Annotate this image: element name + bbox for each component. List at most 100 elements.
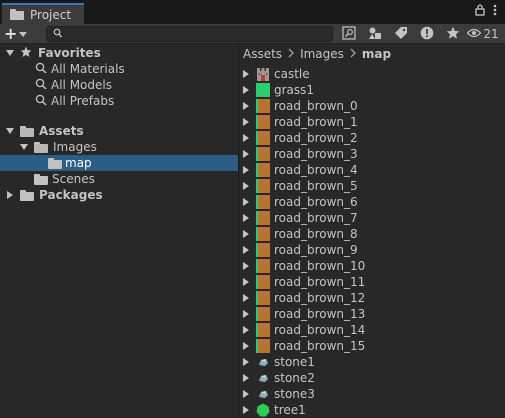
road-corner-thumbnail-icon	[256, 147, 270, 161]
tag-icon	[394, 26, 408, 43]
tab-project[interactable]: Project	[2, 3, 84, 24]
expand-arrow-icon[interactable]	[243, 358, 249, 366]
tree-item-all-materials[interactable]: All Materials	[0, 61, 238, 77]
more-options-icon[interactable]	[493, 4, 497, 19]
expand-arrow-icon[interactable]	[243, 70, 249, 78]
asset-row[interactable]: stone1	[239, 354, 505, 370]
chevron-right-icon	[288, 47, 294, 61]
expand-arrow-icon[interactable]	[243, 182, 249, 190]
expand-arrow-icon[interactable]	[243, 278, 249, 286]
road-thumbnail-icon	[256, 323, 270, 337]
road-corner-thumbnail-icon	[256, 163, 270, 177]
stone-thumbnail-icon	[256, 355, 270, 369]
tree-scenes[interactable]: Scenes	[0, 171, 238, 187]
asset-name: road_brown_10	[274, 259, 366, 273]
expand-arrow-icon[interactable]	[243, 230, 249, 238]
asset-row[interactable]: road_brown_10	[239, 258, 505, 274]
project-window: Project + 21 Favorites All Materials All…	[0, 0, 505, 418]
expand-arrow-icon[interactable]	[243, 262, 249, 270]
asset-row[interactable]: stone2	[239, 370, 505, 386]
expand-arrow-icon[interactable]	[243, 198, 249, 206]
expand-arrow-icon[interactable]	[7, 191, 13, 199]
favorites-label: Favorites	[38, 46, 101, 60]
tree-images[interactable]: Images	[0, 139, 238, 155]
add-button[interactable]: +	[4, 25, 36, 43]
breadcrumb-map[interactable]: map	[362, 47, 391, 61]
folder-icon	[48, 157, 62, 169]
asset-name: road_brown_1	[274, 115, 358, 129]
expand-arrow-icon[interactable]	[243, 166, 249, 174]
tree-item-all-prefabs[interactable]: All Prefabs	[0, 93, 238, 109]
road-thumbnail-icon	[256, 115, 270, 129]
expand-arrow-icon[interactable]	[243, 326, 249, 334]
tree-packages[interactable]: Packages	[0, 187, 238, 203]
expand-arrow-icon[interactable]	[243, 134, 249, 142]
favorites-button[interactable]	[440, 25, 466, 43]
tree-item-label: All Materials	[51, 62, 125, 76]
asset-row[interactable]: road_brown_15	[239, 338, 505, 354]
asset-row[interactable]: grass1	[239, 82, 505, 98]
asset-row[interactable]: road_brown_3	[239, 146, 505, 162]
road-thumbnail-icon	[256, 307, 270, 321]
asset-row[interactable]: road_brown_2	[239, 130, 505, 146]
search-icon	[35, 62, 47, 77]
search-input[interactable]	[46, 26, 333, 42]
search-icon	[35, 94, 47, 109]
folder-tree: Favorites All Materials All Models All P…	[0, 45, 238, 418]
expand-arrow-icon[interactable]	[243, 150, 249, 158]
expand-arrow-icon[interactable]	[243, 246, 249, 254]
tree-map[interactable]: map	[0, 155, 238, 171]
asset-row[interactable]: road_brown_11	[239, 274, 505, 290]
asset-row[interactable]: road_brown_4	[239, 162, 505, 178]
asset-row[interactable]: road_brown_14	[239, 322, 505, 338]
expand-arrow-icon[interactable]	[243, 374, 249, 382]
asset-row[interactable]: road_brown_7	[239, 210, 505, 226]
asset-row[interactable]: road_brown_6	[239, 194, 505, 210]
asset-row[interactable]: road_brown_12	[239, 290, 505, 306]
asset-name: road_brown_12	[274, 291, 366, 305]
stone-thumbnail-icon	[256, 387, 270, 401]
road-thumbnail-icon	[256, 227, 270, 241]
expand-arrow-icon[interactable]	[6, 50, 14, 56]
asset-name: grass1	[274, 83, 315, 97]
expand-arrow-icon[interactable]	[243, 390, 249, 398]
expand-arrow-icon[interactable]	[243, 86, 249, 94]
search-icon	[53, 28, 63, 42]
lock-icon[interactable]	[475, 4, 485, 19]
expand-arrow-icon[interactable]	[243, 214, 249, 222]
breadcrumb: Assets Images map	[243, 45, 391, 63]
asset-name: road_brown_7	[274, 211, 358, 225]
expand-arrow-icon[interactable]	[243, 406, 249, 414]
asset-row[interactable]: road_brown_5	[239, 178, 505, 194]
breadcrumb-assets[interactable]: Assets	[243, 47, 282, 61]
asset-row[interactable]: road_brown_8	[239, 226, 505, 242]
expand-arrow-icon[interactable]	[243, 294, 249, 302]
tree-item-all-models[interactable]: All Models	[0, 77, 238, 93]
asset-row[interactable]: road_brown_9	[239, 242, 505, 258]
tree-assets[interactable]: Assets	[0, 123, 238, 139]
expand-arrow-icon[interactable]	[243, 102, 249, 110]
tree-favorites[interactable]: Favorites	[0, 45, 238, 61]
search-by-type-button[interactable]	[336, 25, 362, 43]
breadcrumb-images[interactable]: Images	[300, 47, 344, 61]
asset-row[interactable]: road_brown_13	[239, 306, 505, 322]
filter-by-label-button[interactable]	[388, 25, 414, 43]
chevron-down-icon	[19, 27, 28, 41]
show-issues-button[interactable]	[414, 25, 440, 43]
asset-row[interactable]: castle	[239, 66, 505, 82]
hidden-packages-toggle[interactable]: 21	[466, 25, 500, 43]
asset-row[interactable]: stone3	[239, 386, 505, 402]
expand-arrow-icon[interactable]	[243, 310, 249, 318]
filter-by-type-button[interactable]	[362, 25, 388, 43]
asset-name: road_brown_4	[274, 163, 358, 177]
asset-row[interactable]: road_brown_0	[239, 98, 505, 114]
expand-arrow-icon[interactable]	[6, 128, 14, 134]
road-thumbnail-icon	[256, 275, 270, 289]
folder-open-icon	[20, 125, 34, 137]
asset-row[interactable]: tree1	[239, 402, 505, 418]
expand-arrow-icon[interactable]	[243, 342, 249, 350]
warning-icon	[420, 26, 434, 43]
expand-arrow-icon[interactable]	[20, 144, 28, 150]
asset-row[interactable]: road_brown_1	[239, 114, 505, 130]
expand-arrow-icon[interactable]	[243, 118, 249, 126]
